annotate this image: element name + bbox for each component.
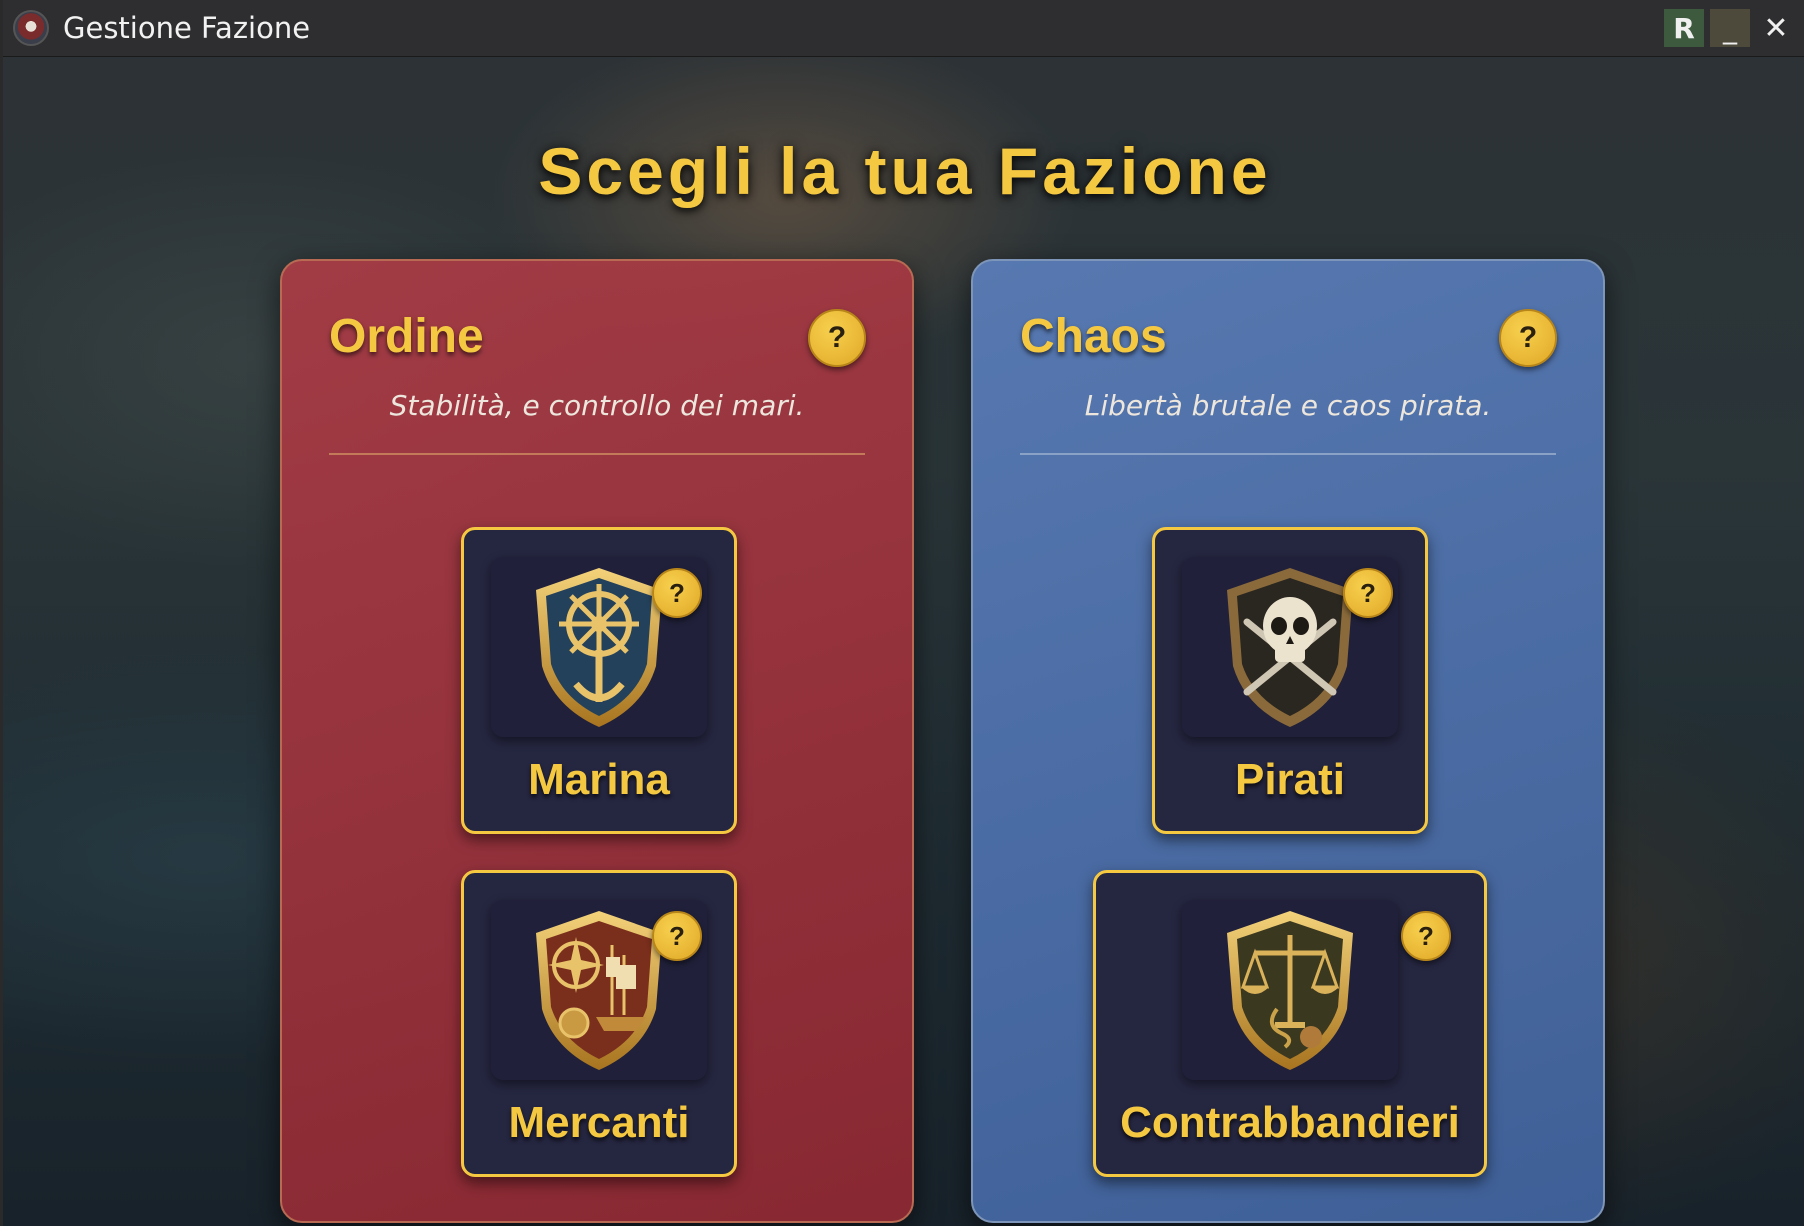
subfaction-help-button[interactable]: ? — [1343, 568, 1393, 618]
subfaction-help-button[interactable]: ? — [652, 911, 702, 961]
title-bar: Gestione Fazione R _ ✕ — [3, 0, 1804, 57]
subfaction-name: Pirati — [1234, 755, 1346, 804]
faction-subtitle: Libertà brutale e caos pirata. — [1084, 389, 1492, 422]
divider — [329, 453, 865, 455]
faction-help-button[interactable]: ? — [1499, 309, 1557, 367]
faction-subtitle: Stabilità, e controllo dei mari. — [389, 389, 805, 422]
subfaction-card-marina[interactable]: ? Marina — [461, 527, 737, 834]
faction-help-button[interactable]: ? — [808, 309, 866, 367]
close-button[interactable]: ✕ — [1756, 9, 1796, 47]
window-title: Gestione Fazione — [63, 11, 311, 45]
background-scene: Scegli la tua Fazione Ordine ? Stabilità… — [3, 57, 1804, 1226]
subfaction-name: Mercanti — [508, 1098, 690, 1147]
subfaction-card-mercanti[interactable]: ? Mercanti — [461, 870, 737, 1177]
subfaction-help-button[interactable]: ? — [1401, 911, 1451, 961]
app-window: Gestione Fazione R _ ✕ Scegli la tua Faz… — [0, 0, 1804, 1226]
subfaction-card-contrabbandieri[interactable]: ? Contrabbandieri — [1093, 870, 1487, 1177]
subfaction-help-button[interactable]: ? — [652, 568, 702, 618]
page-heading: Scegli la tua Fazione — [538, 134, 1272, 208]
subfaction-name: Contrabbandieri — [1120, 1098, 1460, 1147]
window-controls: R _ ✕ — [1664, 9, 1796, 47]
scales-shield-icon — [1227, 911, 1353, 1070]
faction-panel-chaos: Chaos ? Libertà brutale e caos pirata. ?… — [971, 259, 1605, 1223]
divider — [1020, 453, 1556, 455]
minimize-button[interactable]: _ — [1710, 9, 1750, 47]
skull-app-icon — [13, 10, 49, 46]
faction-panel-ordine: Ordine ? Stabilità, e controllo dei mari… — [280, 259, 914, 1223]
faction-title: Chaos — [1020, 310, 1167, 363]
faction-title: Ordine — [329, 310, 484, 363]
subfaction-name: Marina — [528, 755, 670, 804]
reload-button[interactable]: R — [1664, 9, 1704, 47]
subfaction-card-pirati[interactable]: ? Pirati — [1152, 527, 1428, 834]
emblem-frame — [1182, 900, 1398, 1080]
